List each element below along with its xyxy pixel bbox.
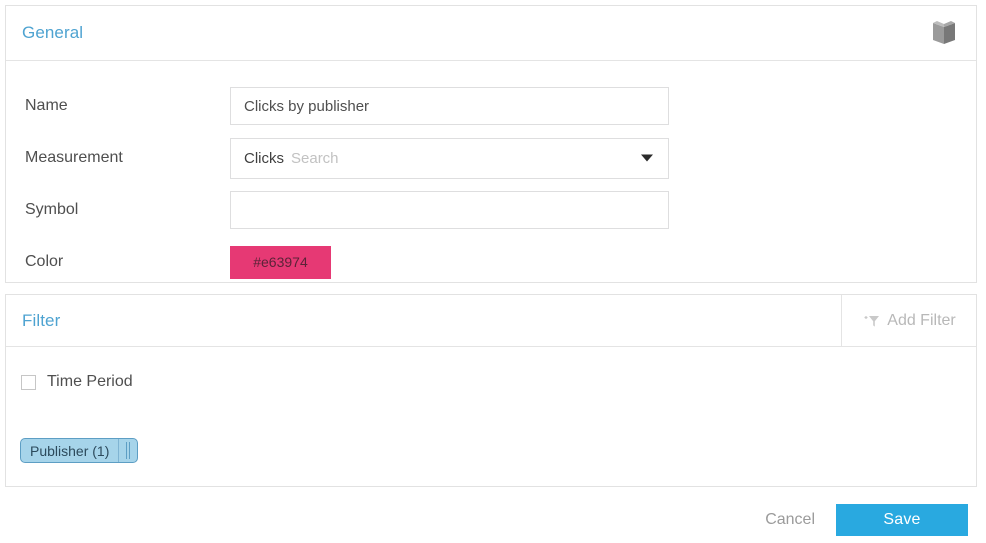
color-row: Color #e63974 <box>6 236 976 288</box>
measurement-search-placeholder[interactable]: Search <box>291 150 339 167</box>
symbol-input[interactable] <box>230 191 669 229</box>
measurement-selected-value: Clicks <box>244 149 284 167</box>
book-icon[interactable] <box>931 21 957 45</box>
name-label: Name <box>25 97 68 114</box>
list-item[interactable]: Publisher (1) <box>20 438 139 463</box>
measurement-field-wrap: Clicks Search <box>230 137 669 179</box>
cancel-button[interactable]: Cancel <box>761 505 819 535</box>
filter-body: Time Period Publisher (1) <box>6 347 976 463</box>
measurement-select[interactable]: Clicks Search <box>230 137 669 179</box>
symbol-field-wrap <box>230 191 669 229</box>
color-label: Color <box>25 253 64 270</box>
dialog-footer: Cancel Save <box>0 497 986 543</box>
general-form: Name Measurement Clicks Search Symbol Co <box>6 61 976 288</box>
general-panel-header: General <box>6 6 976 61</box>
measurement-row: Measurement Clicks Search <box>6 132 976 184</box>
save-button[interactable]: Save <box>836 504 968 536</box>
name-row: Name <box>6 80 976 132</box>
color-swatch[interactable]: #e63974 <box>230 245 331 279</box>
time-period-checkbox[interactable] <box>21 374 36 390</box>
filter-panel-title: Filter <box>22 310 61 330</box>
name-input[interactable] <box>230 87 669 125</box>
drag-handle-icon[interactable] <box>118 439 137 462</box>
symbol-label: Symbol <box>25 201 79 218</box>
general-panel: General Name Measurement Clicks Search <box>5 5 977 283</box>
add-filter-label: Add Filter <box>887 311 956 329</box>
add-filter-button[interactable]: Add Filter <box>841 295 976 346</box>
color-field-wrap: #e63974 <box>230 245 669 279</box>
add-funnel-icon <box>862 313 880 329</box>
filter-panel-header: Filter Add Filter <box>6 295 976 347</box>
symbol-row: Symbol <box>6 184 976 236</box>
chevron-down-icon[interactable] <box>641 154 653 162</box>
filter-panel: Filter Add Filter Time Period Publisher … <box>5 294 977 487</box>
time-period-label: Time Period <box>47 373 133 390</box>
filter-tag-label: Publisher (1) <box>30 442 110 459</box>
measurement-label: Measurement <box>25 149 123 166</box>
filter-tag-list: Publisher (1) <box>6 438 976 463</box>
name-field-wrap <box>230 87 669 125</box>
time-period-row[interactable]: Time Period <box>6 371 976 393</box>
general-panel-title: General <box>22 23 84 42</box>
